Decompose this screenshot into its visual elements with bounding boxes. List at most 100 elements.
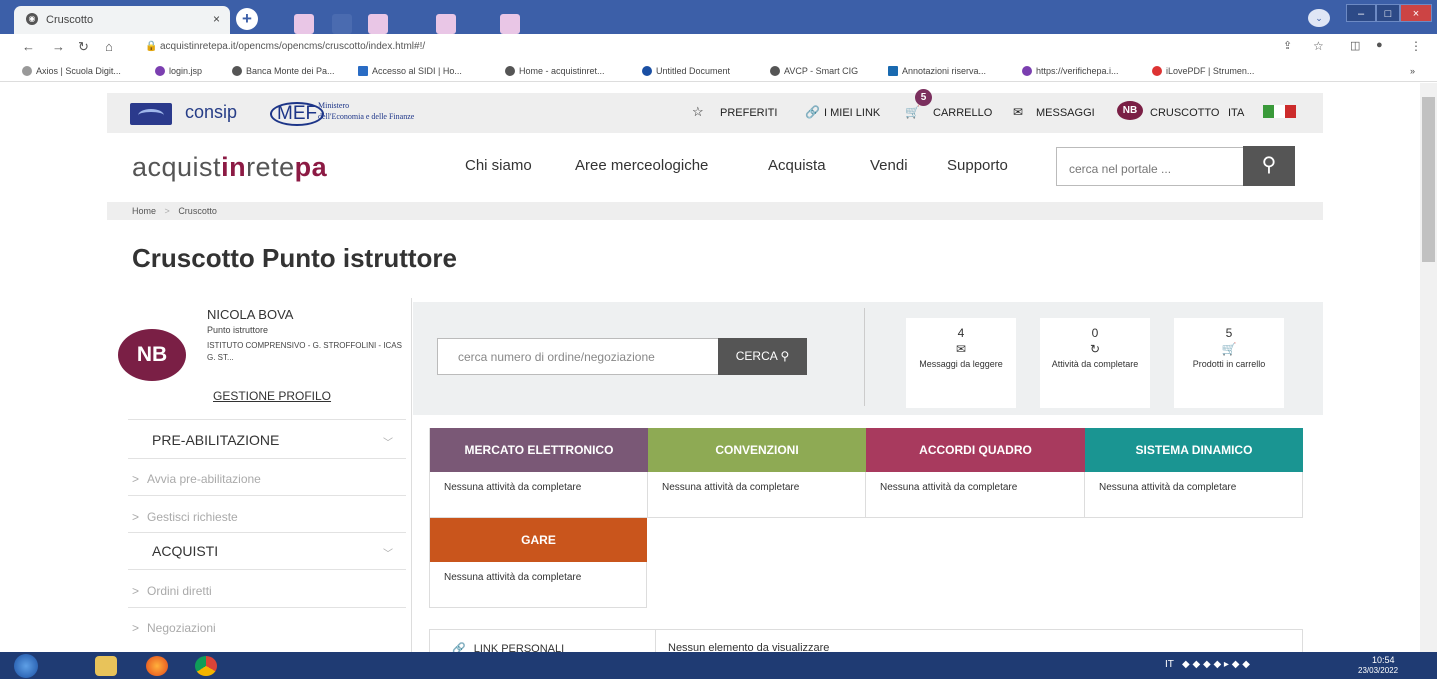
tab-convenzioni[interactable]: CONVENZIONI — [648, 428, 866, 472]
url-field[interactable]: acquistinretepa.it/opencms/opencms/crusc… — [160, 41, 425, 52]
bookmark-item[interactable]: AVCP - Smart CIG — [770, 66, 858, 76]
home-icon[interactable]: ⌂ — [105, 39, 113, 54]
stat-label: Messaggi da leggere — [919, 359, 1003, 369]
bookmark-item[interactable]: Untitled Document — [642, 66, 730, 76]
site-brand-logo[interactable]: acquistinretepa — [132, 152, 327, 183]
bookmark-item[interactable]: Home - acquistinret... — [505, 66, 605, 76]
menu-chi-siamo[interactable]: Chi siamo — [465, 157, 532, 174]
language-selector[interactable]: ITA — [1228, 107, 1244, 119]
share-icon[interactable]: ⇪ — [1283, 39, 1292, 52]
chevron-down-icon[interactable]: ﹀ — [383, 434, 393, 449]
sidebar-item-avvia-pre-abilitazione[interactable]: > Avvia pre-abilitazione — [132, 472, 269, 486]
star-icon[interactable]: ☆ — [692, 104, 704, 120]
order-search-input[interactable]: cerca numero di ordine/negoziazione — [437, 338, 720, 375]
user-role: Punto istruttore — [207, 325, 269, 335]
category-status: Nessuna attività da completare — [866, 472, 1085, 518]
sidebar-item-negoziazioni[interactable]: > Negoziazioni — [132, 621, 224, 635]
messaggi-link[interactable]: MESSAGGI — [1036, 107, 1095, 119]
file-explorer-icon[interactable] — [95, 656, 117, 676]
bookmark-item[interactable]: https://verifichepa.i... — [1022, 66, 1119, 76]
sidebar-section-acquisti[interactable]: ACQUISTI — [152, 543, 218, 559]
lock-icon[interactable]: 🔒 — [145, 41, 157, 52]
bookmark-item[interactable]: Banca Monte dei Pa... — [232, 66, 335, 76]
bookmark-item[interactable]: Accesso al SIDI | Ho... — [358, 66, 462, 76]
stat-value: 0 — [1091, 326, 1099, 340]
menu-aree-merceologiche[interactable]: Aree merceologiche — [575, 157, 708, 174]
personal-links-header[interactable]: 🔗 LINK PERSONALI — [452, 642, 564, 652]
mef-line-2: dell'Economia e delle Finanze — [318, 112, 415, 121]
breadcrumb-home[interactable]: Home — [132, 206, 156, 216]
search-button[interactable]: ⚲ — [1243, 146, 1295, 186]
clock-time[interactable]: 10:54 — [1372, 655, 1395, 665]
stat-carrello[interactable]: 5 🛒 Prodotti in carrello — [1174, 318, 1284, 408]
divider — [128, 495, 406, 496]
divider — [655, 630, 656, 652]
tab-title: Cruscotto — [46, 14, 94, 26]
consip-logo-icon[interactable] — [130, 103, 172, 125]
refresh-icon: ↻ — [1089, 342, 1101, 356]
stat-value: 5 — [1225, 326, 1233, 340]
bookmark-item[interactable]: Axios | Scuola Digit... — [22, 66, 121, 76]
preferiti-link[interactable]: PREFERITI — [720, 107, 777, 119]
link-icon[interactable]: 🔗 — [805, 105, 820, 119]
chevron-right-icon: > — [132, 621, 140, 635]
cruscotto-link[interactable]: CRUSCOTTO — [1150, 107, 1219, 119]
stat-messaggi[interactable]: 4 ✉ Messaggi da leggere — [906, 318, 1016, 408]
stat-label: Prodotti in carrello — [1192, 359, 1266, 369]
new-tab-button[interactable]: + — [236, 8, 258, 30]
tab-mercato-elettronico[interactable]: MERCATO ELETTRONICO — [430, 428, 648, 472]
cart-icon[interactable]: 🛒 — [905, 105, 920, 119]
sidebar-section-pre-abilitazione[interactable]: PRE-ABILITAZIONE — [152, 432, 279, 448]
bookmark-item[interactable]: login.jsp — [155, 66, 202, 76]
tab-accordi-quadro[interactable]: ACCORDI QUADRO — [866, 428, 1085, 472]
scrollbar-thumb[interactable] — [1422, 97, 1435, 262]
sidebar-item-gestisci-richieste[interactable]: > Gestisci richieste — [132, 510, 246, 524]
reload-icon[interactable]: ↻ — [78, 39, 89, 55]
browser-tab[interactable]: ◉ Cruscotto × — [14, 6, 230, 34]
user-organization: ISTITUTO COMPRENSIVO - G. STROFFOLINI - … — [207, 341, 402, 362]
tab-close-icon[interactable]: × — [213, 12, 220, 26]
close-window-button[interactable]: × — [1400, 4, 1432, 22]
mef-logo[interactable]: MEF — [270, 102, 325, 126]
profile-icon[interactable]: ● — [1376, 39, 1383, 51]
maximize-button[interactable]: □ — [1376, 4, 1400, 22]
sidebar-item-ordini-diretti[interactable]: > Ordini diretti — [132, 584, 220, 598]
consip-label[interactable]: consip — [185, 102, 237, 123]
menu-vendi[interactable]: Vendi — [870, 157, 908, 174]
stat-attivita[interactable]: 0 ↻ Attività da completare — [1040, 318, 1150, 408]
more-bookmarks-icon[interactable]: » — [1410, 66, 1415, 76]
browser-profile-icon[interactable]: ⌄ — [1308, 9, 1330, 27]
page-title: Cruscotto Punto istruttore — [132, 243, 457, 273]
menu-dots-icon[interactable]: ⋮ — [1410, 39, 1422, 53]
minimize-button[interactable]: – — [1346, 4, 1376, 22]
pdf-tab-icon[interactable] — [436, 14, 456, 34]
forward-icon[interactable]: → — [52, 39, 65, 54]
bookmark-item[interactable]: Annotazioni riserva... — [888, 66, 986, 76]
pdf-tab-icon[interactable] — [368, 14, 388, 34]
bookmark-item[interactable]: iLovePDF | Strumen... — [1152, 66, 1254, 76]
chrome-icon[interactable] — [195, 656, 217, 676]
cerca-button[interactable]: CERCA ⚲ — [718, 338, 807, 375]
tab-sistema-dinamico[interactable]: SISTEMA DINAMICO — [1085, 428, 1303, 472]
mef-line-1: Ministero — [318, 101, 350, 110]
pdf-tab-icon[interactable] — [500, 14, 520, 34]
tab-gare[interactable]: GARE — [430, 518, 647, 562]
menu-acquista[interactable]: Acquista — [768, 157, 826, 174]
menu-supporto[interactable]: Supporto — [947, 157, 1008, 174]
pdf-tab-icon[interactable] — [294, 14, 314, 34]
gestione-profilo-link[interactable]: GESTIONE PROFILO — [213, 389, 331, 403]
user-avatar-small[interactable]: NB — [1117, 101, 1143, 120]
tab-search-icon[interactable]: ◫ — [1350, 39, 1360, 52]
carrello-link[interactable]: CARRELLO — [933, 107, 992, 119]
back-icon[interactable]: ← — [22, 39, 35, 54]
mail-icon[interactable]: ✉ — [1013, 105, 1023, 119]
chevron-down-icon[interactable]: ﹀ — [383, 545, 393, 560]
start-button[interactable] — [14, 654, 38, 678]
system-tray[interactable]: IT ◆ ◆ ◆ ◆ ▸ ◆ ◆ — [1165, 659, 1250, 670]
bookmark-star-icon[interactable]: ☆ — [1313, 39, 1324, 53]
italy-flag-icon[interactable] — [1263, 105, 1296, 118]
firefox-icon[interactable] — [146, 656, 168, 676]
portal-search-input[interactable]: cerca nel portale ... — [1056, 147, 1244, 186]
clock-date[interactable]: 23/03/2022 — [1358, 666, 1398, 675]
miei-link-link[interactable]: I MIEI LINK — [824, 107, 880, 119]
